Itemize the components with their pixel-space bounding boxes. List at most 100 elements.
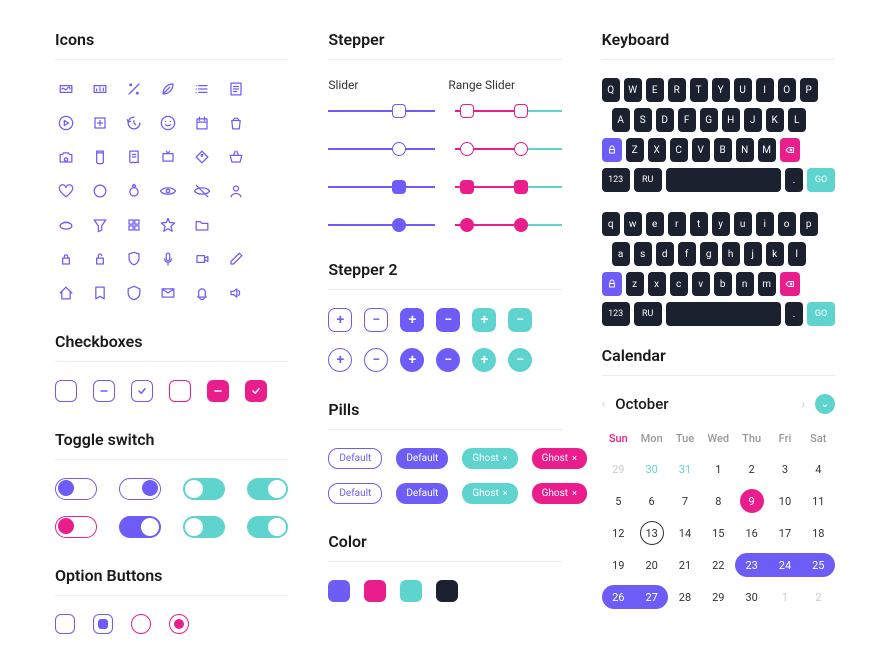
key-d[interactable]: D	[656, 108, 674, 132]
dot-key[interactable]: .	[785, 302, 803, 326]
pill-ghost-pink[interactable]: Ghost×	[532, 483, 587, 504]
checkbox-fill-minus[interactable]	[207, 380, 229, 402]
shift-key[interactable]	[602, 138, 622, 162]
calendar-day[interactable]: 6	[635, 489, 668, 513]
stepper-minus-button[interactable]: −	[508, 348, 532, 372]
key-h[interactable]: H	[722, 108, 740, 132]
key-z[interactable]: z	[626, 272, 644, 296]
swatch-purple[interactable]	[328, 580, 350, 602]
key-i[interactable]: I	[756, 78, 774, 102]
calendar-day[interactable]: 10	[768, 489, 801, 513]
key-m[interactable]: M	[758, 138, 776, 162]
calendar-day[interactable]: 31	[668, 457, 701, 481]
key-u[interactable]: U	[734, 78, 752, 102]
stepper-minus-button[interactable]: −	[508, 308, 532, 332]
swatch-pink[interactable]	[364, 580, 386, 602]
stepper-plus-button[interactable]: +	[328, 348, 352, 372]
key-x[interactable]: X	[648, 138, 666, 162]
calendar-dropdown-icon[interactable]: ⌄	[815, 394, 835, 414]
stepper-plus-button[interactable]: +	[472, 308, 496, 332]
key-o[interactable]: o	[778, 212, 796, 236]
key-y[interactable]: y	[712, 212, 730, 236]
calendar-day[interactable]: 13	[640, 521, 664, 545]
key-i[interactable]: i	[756, 212, 774, 236]
space-key[interactable]	[666, 302, 781, 326]
toggle[interactable]	[183, 478, 225, 500]
checkbox-fill-check[interactable]	[245, 380, 267, 402]
close-icon[interactable]: ×	[503, 454, 508, 464]
calendar-day[interactable]: 2	[802, 585, 835, 609]
key-m[interactable]: m	[758, 272, 776, 296]
option-square-empty[interactable]	[55, 614, 75, 634]
key-t[interactable]: T	[690, 78, 708, 102]
key-t[interactable]: t	[690, 212, 708, 236]
key-n[interactable]: N	[736, 138, 754, 162]
key-l[interactable]: l	[788, 242, 806, 266]
calendar-day[interactable]: 15	[702, 521, 735, 545]
key-w[interactable]: w	[624, 212, 642, 236]
pill-default-fill[interactable]: Default	[396, 483, 448, 504]
key-g[interactable]: G	[700, 108, 718, 132]
pill-ghost-teal[interactable]: Ghost×	[462, 483, 517, 504]
calendar-day[interactable]: 27	[635, 585, 668, 609]
calendar-day[interactable]: 7	[668, 489, 701, 513]
stepper-plus-button[interactable]: +	[472, 348, 496, 372]
key-n[interactable]: n	[736, 272, 754, 296]
slider[interactable]	[328, 180, 435, 194]
key-h[interactable]: h	[722, 242, 740, 266]
key-y[interactable]: Y	[712, 78, 730, 102]
backspace-key[interactable]	[780, 138, 800, 162]
next-month-icon[interactable]: ›	[801, 397, 805, 411]
key-e[interactable]: e	[646, 212, 664, 236]
toggle[interactable]	[183, 516, 225, 538]
slider[interactable]	[328, 104, 435, 118]
key-a[interactable]: A	[612, 108, 630, 132]
key-g[interactable]: g	[700, 242, 718, 266]
go-key[interactable]: GO	[807, 302, 835, 326]
shift-key[interactable]	[602, 272, 622, 296]
key-d[interactable]: d	[656, 242, 674, 266]
key-o[interactable]: O	[778, 78, 796, 102]
toggle[interactable]	[119, 478, 161, 500]
toggle[interactable]	[55, 478, 97, 500]
key-p[interactable]: P	[800, 78, 818, 102]
space-key[interactable]	[666, 168, 781, 192]
key-s[interactable]: S	[634, 108, 652, 132]
key-k[interactable]: K	[766, 108, 784, 132]
mode-key[interactable]: 123	[602, 302, 630, 326]
key-e[interactable]: E	[646, 78, 664, 102]
calendar-day[interactable]: 26	[602, 585, 635, 609]
mode-key[interactable]: 123	[602, 168, 630, 192]
slider[interactable]	[328, 142, 435, 156]
stepper-plus-button[interactable]: +	[400, 308, 424, 332]
calendar-day[interactable]: 20	[635, 553, 668, 577]
calendar-day[interactable]: 25	[802, 553, 835, 577]
toggle[interactable]	[247, 478, 289, 500]
prev-month-icon[interactable]: ‹	[602, 397, 606, 411]
stepper-minus-button[interactable]: −	[436, 348, 460, 372]
calendar-day[interactable]: 29	[602, 457, 635, 481]
calendar-day[interactable]: 29	[702, 585, 735, 609]
option-circle-empty[interactable]	[131, 614, 151, 634]
key-f[interactable]: f	[678, 242, 696, 266]
key-r[interactable]: R	[668, 78, 686, 102]
stepper-plus-button[interactable]: +	[400, 348, 424, 372]
checkbox-empty-pink[interactable]	[169, 380, 191, 402]
slider[interactable]	[328, 218, 435, 232]
key-x[interactable]: x	[648, 272, 666, 296]
swatch-teal[interactable]	[400, 580, 422, 602]
calendar-day[interactable]: 5	[602, 489, 635, 513]
go-key[interactable]: GO	[807, 168, 835, 192]
range-slider[interactable]	[455, 218, 562, 232]
checkbox-empty[interactable]	[55, 380, 77, 402]
option-square-fill[interactable]	[93, 614, 113, 634]
calendar-day[interactable]: 1	[702, 457, 735, 481]
key-q[interactable]: q	[602, 212, 620, 236]
calendar-day[interactable]: 1	[768, 585, 801, 609]
backspace-key[interactable]	[780, 272, 800, 296]
key-j[interactable]: J	[744, 108, 762, 132]
key-j[interactable]: j	[744, 242, 762, 266]
calendar-day[interactable]: 4	[802, 457, 835, 481]
key-r[interactable]: r	[668, 212, 686, 236]
pill-default-fill[interactable]: Default	[396, 448, 448, 469]
